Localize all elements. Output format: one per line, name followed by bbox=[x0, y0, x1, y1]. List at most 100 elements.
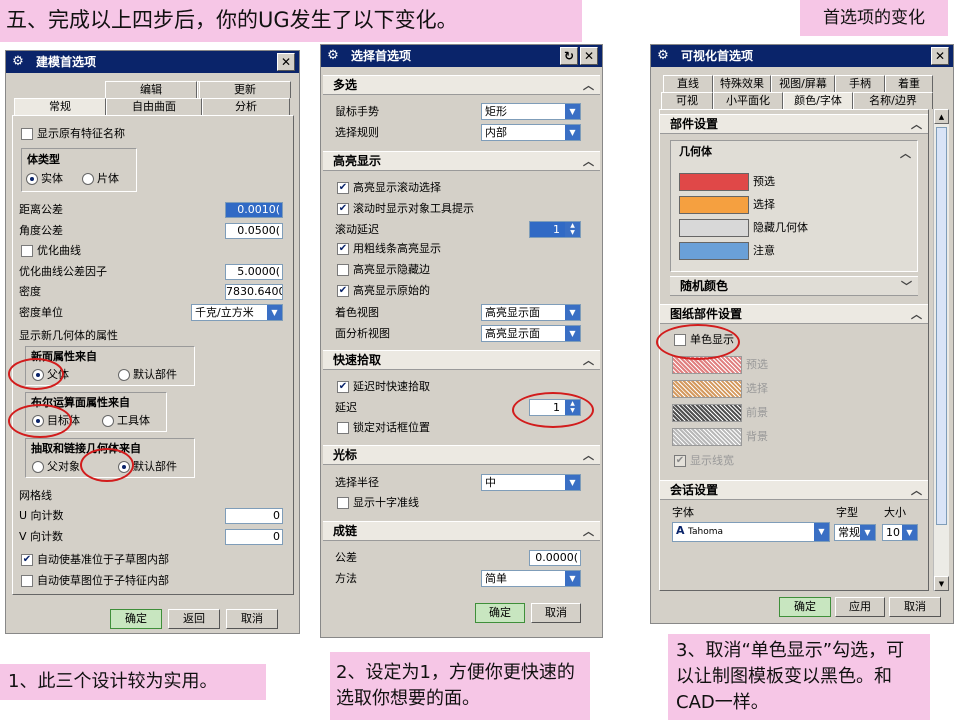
tab-freeform[interactable]: 自由曲面 bbox=[106, 98, 202, 115]
ok-button[interactable]: 确定 bbox=[475, 603, 525, 623]
lock-dialog-checkbox[interactable] bbox=[337, 422, 349, 434]
delayed-quickpick-checkbox[interactable] bbox=[337, 381, 349, 393]
extract-parent-radio[interactable] bbox=[32, 461, 44, 473]
analysis-view-dropdown[interactable]: 高亮显示面 ▼ bbox=[481, 325, 581, 342]
font-dropdown[interactable]: A Tahoma ▼ bbox=[672, 522, 830, 542]
tab-general[interactable]: 常规 bbox=[14, 98, 106, 115]
gear-icon: ⚙ bbox=[657, 48, 669, 63]
tab-visual[interactable]: 可视 bbox=[661, 92, 713, 109]
show-feature-names-checkbox[interactable] bbox=[21, 128, 33, 140]
u-count-input[interactable]: 0 bbox=[225, 508, 283, 524]
section-highlight[interactable]: 高亮显示 ︿ bbox=[323, 151, 600, 171]
scroll-thumb[interactable] bbox=[936, 127, 947, 525]
solid-radio[interactable] bbox=[26, 173, 38, 185]
thick-highlight-checkbox[interactable] bbox=[337, 243, 349, 255]
chain-method-dropdown[interactable]: 简单 ▼ bbox=[481, 570, 581, 587]
close-button[interactable]: ✕ bbox=[580, 47, 598, 65]
delayed-quickpick-label: 延迟时快速拾取 bbox=[353, 380, 430, 393]
optimize-curves-checkbox[interactable] bbox=[21, 245, 33, 257]
tab-edit[interactable]: 编辑 bbox=[105, 81, 197, 98]
section-cursor[interactable]: 光标 ︿ bbox=[323, 445, 600, 465]
rule-dropdown[interactable]: 内部 ▼ bbox=[481, 124, 581, 141]
chain-tol-label: 公差 bbox=[335, 551, 357, 564]
crosshair-checkbox[interactable] bbox=[337, 497, 349, 509]
section-part-settings[interactable]: 部件设置 ︿ bbox=[660, 114, 928, 134]
solid-label: 实体 bbox=[41, 172, 63, 185]
chevron-up-icon[interactable]: ︿ bbox=[900, 145, 911, 161]
font-size-dropdown[interactable]: 10 ▼ bbox=[882, 524, 918, 541]
chain-tol-input[interactable]: 0.0000( bbox=[529, 550, 581, 566]
font-a-icon: A bbox=[676, 524, 685, 537]
tab-names-borders[interactable]: 名称/边界 bbox=[853, 92, 933, 109]
original-checkbox[interactable] bbox=[337, 285, 349, 297]
shaded-view-dropdown[interactable]: 高亮显示面 ▼ bbox=[481, 304, 581, 321]
density-input[interactable]: 7830.6400 bbox=[225, 284, 283, 300]
preselect-color-swatch[interactable] bbox=[679, 173, 749, 191]
annotation-note-1: 1、此三个设计较为实用。 bbox=[0, 664, 266, 700]
new-face-default-radio[interactable] bbox=[118, 369, 130, 381]
hidden-geometry-color-swatch[interactable] bbox=[679, 219, 749, 237]
cancel-button[interactable]: 取消 bbox=[226, 609, 278, 629]
gesture-dropdown[interactable]: 矩形 ▼ bbox=[481, 103, 581, 120]
distance-tol-input[interactable]: 0.0010( bbox=[225, 202, 283, 218]
tab-faceting[interactable]: 小平面化 bbox=[713, 92, 783, 109]
dialog-title: 建模首选项 bbox=[36, 55, 97, 69]
chevron-up-icon: ︿ bbox=[911, 118, 922, 131]
scroll-down-icon[interactable]: ▼ bbox=[934, 576, 949, 591]
tab-emphasis[interactable]: 着重 bbox=[885, 75, 933, 92]
section-chaining[interactable]: 成链 ︿ bbox=[323, 521, 600, 541]
tab-line[interactable]: 直线 bbox=[663, 75, 713, 92]
lock-dialog-label: 锁定对话框位置 bbox=[353, 421, 430, 434]
angle-tol-label: 角度公差 bbox=[19, 224, 63, 237]
sheet-radio[interactable] bbox=[82, 173, 94, 185]
cancel-button[interactable]: 取消 bbox=[889, 597, 941, 617]
cancel-button[interactable]: 取消 bbox=[531, 603, 581, 623]
mono-select-label: 选择 bbox=[746, 382, 768, 395]
scroll-up-icon[interactable]: ▲ bbox=[934, 109, 949, 124]
optimize-factor-input[interactable]: 5.0000( bbox=[225, 264, 283, 280]
tab-view-screen[interactable]: 视图/屏幕 bbox=[771, 75, 835, 92]
scrollbar[interactable]: ▲ ▼ bbox=[933, 109, 949, 591]
tab-color-font[interactable]: 颜色/字体 bbox=[783, 92, 853, 109]
radius-dropdown[interactable]: 中 ▼ bbox=[481, 474, 581, 491]
boolean-tool-label: 工具体 bbox=[117, 414, 150, 427]
v-count-input[interactable]: 0 bbox=[225, 529, 283, 545]
close-button[interactable]: ✕ bbox=[931, 47, 949, 65]
tab-update[interactable]: 更新 bbox=[199, 81, 291, 98]
chevron-down-icon: ▼ bbox=[902, 525, 917, 540]
tab-special-effects[interactable]: 特殊效果 bbox=[713, 75, 771, 92]
section-multi-select[interactable]: 多选 ︿ bbox=[323, 75, 600, 95]
chain-method-value: 简单 bbox=[485, 572, 507, 585]
angle-tol-input[interactable]: 0.0500( bbox=[225, 223, 283, 239]
boolean-tool-radio[interactable] bbox=[102, 415, 114, 427]
ok-button[interactable]: 确定 bbox=[779, 597, 831, 617]
rollover-checkbox[interactable] bbox=[337, 182, 349, 194]
tab-handles[interactable]: 手柄 bbox=[835, 75, 885, 92]
select-color-swatch[interactable] bbox=[679, 196, 749, 214]
density-unit-dropdown[interactable]: 千克/立方米 ▼ bbox=[191, 304, 283, 321]
section-drawing-settings[interactable]: 图纸部件设置 ︿ bbox=[660, 304, 928, 324]
attention-color-swatch[interactable] bbox=[679, 242, 749, 260]
section-session[interactable]: 会话设置 ︿ bbox=[660, 480, 928, 500]
auto-sketch-checkbox[interactable] bbox=[21, 575, 33, 587]
thick-highlight-label: 用粗线条高亮显示 bbox=[353, 242, 441, 255]
tab-analysis[interactable]: 分析 bbox=[202, 98, 290, 115]
ok-button[interactable]: 确定 bbox=[110, 609, 162, 629]
shaded-view-label: 着色视图 bbox=[335, 306, 379, 319]
rule-value: 内部 bbox=[485, 126, 507, 139]
annotation-note-2: 2、设定为1，方便你更快速的选取你想要的面。 bbox=[330, 652, 590, 720]
section-random-colors[interactable]: 随机颜色 ﹀ bbox=[670, 276, 918, 296]
highlight-circle bbox=[80, 448, 134, 482]
reset-button[interactable]: ↻ bbox=[560, 47, 578, 65]
font-size-value: 10 bbox=[886, 526, 900, 539]
auto-datum-checkbox[interactable] bbox=[21, 554, 33, 566]
tooltip-checkbox[interactable] bbox=[337, 203, 349, 215]
close-button[interactable]: ✕ bbox=[277, 53, 295, 71]
spinner-arrows-icon[interactable]: ▲ ▼ bbox=[565, 222, 580, 237]
hidden-edges-checkbox[interactable] bbox=[337, 264, 349, 276]
back-button[interactable]: 返回 bbox=[168, 609, 220, 629]
font-style-dropdown[interactable]: 常规 ▼ bbox=[834, 524, 876, 541]
apply-button[interactable]: 应用 bbox=[835, 597, 885, 617]
scroll-delay-spinner[interactable]: 1 ▲ ▼ bbox=[529, 221, 581, 238]
section-quick-pick[interactable]: 快速拾取 ︿ bbox=[323, 350, 600, 370]
